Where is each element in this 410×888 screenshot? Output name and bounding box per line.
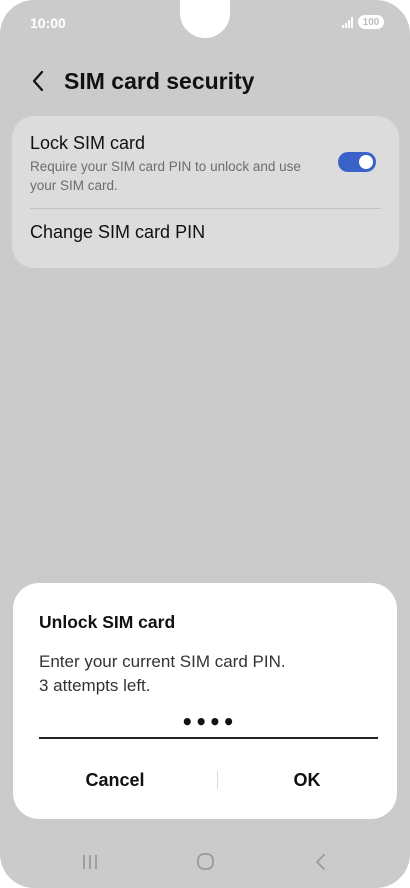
navigation-bar [0,842,410,882]
change-sim-pin-title: Change SIM card PIN [30,222,206,242]
phone-screen: 10:00 100 SIM card security Lock SIM car… [0,0,410,888]
dialog-message: Enter your current SIM card PIN. 3 attem… [39,650,369,698]
lock-sim-description: Require your SIM card PIN to unlock and … [30,159,301,193]
ok-button[interactable]: OK [217,763,397,797]
camera-notch [180,0,230,38]
status-bar: 10:00 100 [0,0,410,46]
battery-icon: 100 [358,15,384,29]
dialog-message-line2: 3 attempts left. [39,676,151,695]
lock-sim-title: Lock SIM card [30,133,146,153]
lock-sim-row[interactable]: Lock SIM card Require your SIM card PIN … [12,116,399,208]
recents-icon[interactable] [70,850,110,874]
settings-card: Lock SIM card Require your SIM card PIN … [12,116,399,268]
status-icons: 100 [342,15,384,29]
status-time: 10:00 [30,15,66,31]
pin-input[interactable] [39,707,378,739]
toggle-knob [359,155,373,169]
change-sim-pin-row[interactable]: Change SIM card PIN [12,209,399,268]
chevron-left-icon[interactable] [24,66,54,96]
app-header: SIM card security [0,60,410,106]
dialog-title: Unlock SIM card [39,612,176,632]
signal-icon [342,16,353,28]
cancel-button[interactable]: Cancel [13,763,217,797]
unlock-sim-dialog: Unlock SIM card Enter your current SIM c… [13,583,397,819]
lock-sim-toggle[interactable] [338,152,376,172]
dialog-message-line1: Enter your current SIM card PIN. [39,652,286,671]
home-icon[interactable] [185,850,225,874]
page-title: SIM card security [64,68,255,94]
back-icon[interactable] [300,850,340,874]
